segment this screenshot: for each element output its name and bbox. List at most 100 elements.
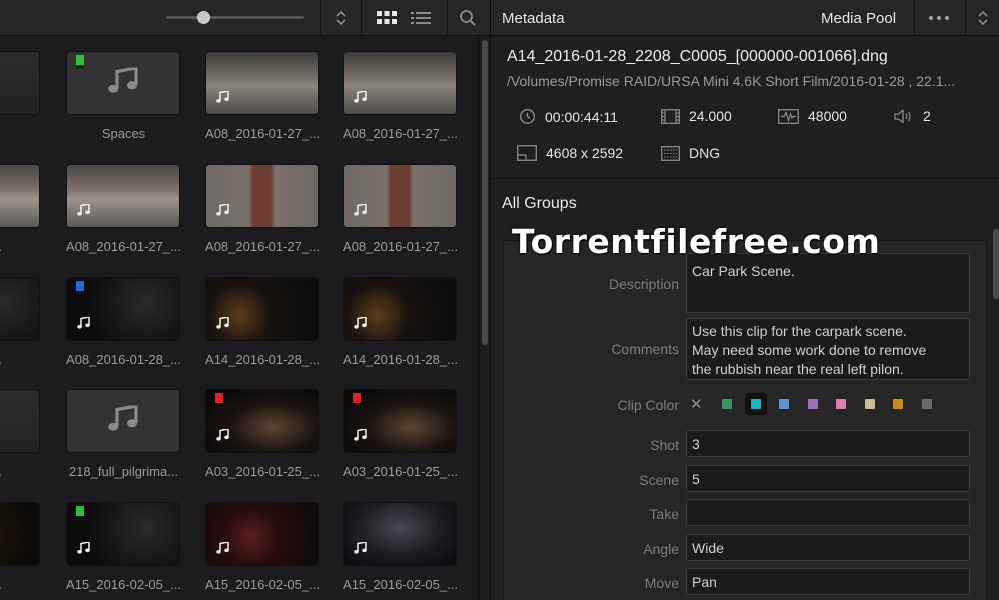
fps-stat: 24.000 <box>661 108 732 124</box>
resolution-icon <box>517 145 537 161</box>
clip-thumbnail[interactable] <box>205 51 319 115</box>
description-label: Description <box>608 276 679 292</box>
audio-note-icon <box>354 90 367 108</box>
clip-name: ss <box>0 126 53 141</box>
clip-thumbnail[interactable] <box>205 502 319 566</box>
shot-label: Shot <box>650 437 679 453</box>
duration-stat: 00:00:44:11 <box>519 108 618 125</box>
clip-preview <box>0 278 39 340</box>
clip-path: /Volumes/Promise RAID/URSA Mini 4.6K Sho… <box>507 73 956 89</box>
scene-field[interactable]: 5 <box>686 465 970 492</box>
clip-preview <box>0 390 39 452</box>
clip-grid: ss Spaces A08_2016-01-27_... A08_2016-01-27… <box>0 36 476 600</box>
move-label: Move <box>644 575 679 591</box>
resolution-stat: 4608 x 2592 <box>517 145 623 161</box>
clip-name: A03_2016-01-25_... <box>343 464 458 479</box>
flag-icon <box>215 393 223 406</box>
thumbnail-size-slider[interactable] <box>166 11 304 24</box>
media-pool-scrollbar[interactable] <box>478 36 490 600</box>
clip-color-swatch[interactable] <box>922 399 932 409</box>
clip-thumbnail[interactable] <box>66 51 180 115</box>
take-field[interactable] <box>686 499 970 526</box>
clip-color-swatch[interactable] <box>865 399 875 409</box>
media-pool-panel: ss Spaces A08_2016-01-27_... A08_2016-01-27… <box>0 0 490 600</box>
clip-thumbnail[interactable] <box>0 51 40 115</box>
move-field[interactable]: Pan <box>686 568 970 595</box>
clip-thumbnail[interactable] <box>0 277 40 341</box>
channels-stat: 2 <box>894 108 931 124</box>
clip-name: A14_2016-01-28_... <box>205 352 320 367</box>
waveform-icon <box>778 108 799 124</box>
clip-thumbnail[interactable] <box>205 277 319 341</box>
clip-thumbnail[interactable] <box>205 389 319 453</box>
toolbar-divider <box>320 0 321 36</box>
toolbar-divider <box>447 0 448 36</box>
audio-note-icon <box>216 316 229 334</box>
clip-thumbnail[interactable] <box>0 389 40 453</box>
clip-thumbnail[interactable] <box>343 277 457 341</box>
clip-preview <box>0 503 39 565</box>
clip-thumbnail[interactable] <box>66 389 180 453</box>
options-button[interactable] <box>917 0 961 36</box>
clip-thumbnail[interactable] <box>0 502 40 566</box>
audio-note-icon <box>216 203 229 221</box>
clip-thumbnail[interactable] <box>205 164 319 228</box>
clip-thumbnail[interactable] <box>343 51 457 115</box>
clip-color-swatch[interactable] <box>779 399 789 409</box>
search-button[interactable] <box>450 0 486 36</box>
sort-button[interactable] <box>323 0 359 36</box>
search-icon <box>460 10 476 26</box>
clip-color-swatch[interactable] <box>722 399 732 409</box>
clip-name: A15_2016-02-05_... <box>205 577 320 592</box>
format-stat: DNG <box>661 145 720 161</box>
clip-name: -28_... <box>0 464 53 479</box>
film-icon <box>661 108 680 124</box>
clip-name: -27_... <box>0 239 53 254</box>
metadata-header: Metadata Media Pool <box>491 0 999 36</box>
group-selector[interactable]: All Groups <box>502 195 577 213</box>
take-label: Take <box>649 506 679 522</box>
clip-name: 218_full_pilgrima... <box>68 464 179 479</box>
clip-thumbnail[interactable] <box>343 502 457 566</box>
clip-color-swatch[interactable] <box>751 399 761 409</box>
metadata-scrollbar[interactable] <box>993 229 999 299</box>
fps-value: 24.000 <box>689 108 732 124</box>
scrollbar-thumb[interactable] <box>482 40 488 345</box>
grid-view-icon <box>377 11 397 24</box>
audio-note-icon <box>77 316 90 334</box>
slider-handle[interactable] <box>197 11 211 24</box>
description-field[interactable]: Car Park Scene. <box>686 253 970 313</box>
clip-thumbnail[interactable] <box>66 164 180 228</box>
clip-thumbnail[interactable] <box>343 389 457 453</box>
clip-thumbnail[interactable] <box>343 164 457 228</box>
clip-color-swatch[interactable] <box>808 399 818 409</box>
panel-title: Metadata <box>502 10 565 27</box>
list-view-icon <box>411 12 431 24</box>
clip-thumbnail[interactable] <box>66 502 180 566</box>
music-note-icon <box>108 404 138 437</box>
shot-field[interactable]: 3 <box>686 430 970 457</box>
sort-button[interactable] <box>968 0 998 36</box>
angle-field[interactable]: Wide <box>686 534 970 561</box>
clip-filename: A14_2016-01-28_2208_C0005_[000000-001066… <box>507 48 888 65</box>
media-pool-tab[interactable]: Media Pool <box>821 10 896 27</box>
list-view-button[interactable] <box>403 0 439 36</box>
clip-thumbnail[interactable] <box>66 277 180 341</box>
audio-note-icon <box>216 541 229 559</box>
clear-color-icon[interactable]: ✕ <box>690 395 703 413</box>
comments-field[interactable]: Use this clip for the carpark scene. May… <box>686 318 970 380</box>
audio-note-icon <box>354 541 367 559</box>
audio-note-icon <box>77 203 90 221</box>
header-divider <box>914 0 915 36</box>
clip-name: A08_2016-01-27_... <box>205 239 320 254</box>
clip-color-swatch[interactable] <box>836 399 846 409</box>
grid-view-button[interactable] <box>369 0 405 36</box>
clip-name: A15_2016-02-05_... <box>343 577 458 592</box>
clip-thumbnail[interactable] <box>0 164 40 228</box>
clip-name: A08_2016-01-27_... <box>343 126 458 141</box>
clip-color-swatch[interactable] <box>893 399 903 409</box>
flag-icon <box>76 281 84 294</box>
clip-name: A08_2016-01-27_... <box>205 126 320 141</box>
clip-name: A15_2016-02-05_... <box>66 577 181 592</box>
comments-label: Comments <box>611 341 679 357</box>
